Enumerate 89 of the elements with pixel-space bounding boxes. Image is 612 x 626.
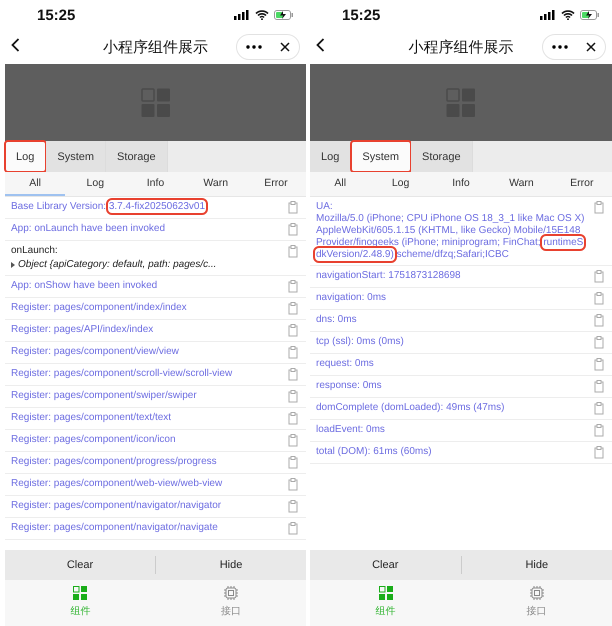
action-button[interactable]: Hide	[156, 550, 306, 580]
back-icon[interactable]	[11, 38, 20, 52]
clipboard-icon[interactable]	[288, 500, 298, 513]
action-button[interactable]: Hide	[462, 550, 612, 580]
clipboard-icon[interactable]	[288, 245, 298, 258]
more-icon[interactable]	[552, 45, 568, 49]
filter-tab[interactable]: Info	[430, 172, 492, 196]
clipboard-icon[interactable]	[594, 380, 604, 393]
log-entry: Register: pages/component/web-view/web-view	[11, 478, 224, 490]
clipboard-icon[interactable]	[594, 336, 604, 349]
clipboard-icon[interactable]	[288, 302, 298, 315]
log-entry: onLaunch: Object {apiCategory: default, path: pages/c...	[11, 245, 218, 271]
log-entry: Register: pages/component/icon/icon	[11, 434, 177, 446]
log-entry: UA: Mozilla/5.0 (iPhone; CPU iPhone OS 18_3_1 like Mac OS X) AppleWebKit/605.1.15 (KHTML, like Gecko) Mobile/15E148 Provider/finogeeks (iPhone; miniprogram; FinChat; runtimeSdkVersion/2.48.9) scheme/dfzq;Safari;ICBC	[316, 201, 588, 261]
log-entry: navigation: 0ms	[316, 292, 388, 304]
action-button[interactable]: Clear	[310, 550, 460, 580]
log-entry: tcp (ssl): 0ms (0ms)	[316, 336, 405, 348]
clipboard-icon[interactable]	[288, 368, 298, 381]
clipboard-icon[interactable]	[288, 346, 298, 359]
clipboard-icon[interactable]	[288, 280, 298, 293]
close-icon[interactable]	[586, 42, 596, 52]
chip-icon	[530, 586, 544, 600]
clipboard-icon[interactable]	[288, 478, 298, 491]
wifi-icon	[255, 10, 269, 20]
filter-tab[interactable]: Warn	[186, 172, 246, 196]
battery-icon	[274, 10, 294, 20]
filter-tab[interactable]: Error	[552, 172, 612, 196]
close-icon[interactable]	[280, 42, 290, 52]
log-entry: Register: pages/component/navigator/navigator	[11, 500, 222, 512]
tab[interactable]: Log	[310, 141, 352, 172]
filter-tab[interactable]: Log	[370, 172, 431, 196]
log-entry: domComplete (domLoaded): 49ms (47ms)	[316, 402, 506, 414]
tab[interactable]: System	[46, 141, 106, 172]
clipboard-icon[interactable]	[594, 402, 604, 415]
clipboard-icon[interactable]	[594, 270, 604, 283]
clipboard-icon[interactable]	[288, 434, 298, 447]
log-entry: Register: pages/component/swiper/swiper	[11, 390, 198, 402]
log-entry: request: 0ms	[316, 358, 375, 370]
clipboard-icon[interactable]	[594, 314, 604, 327]
log-entry: Register: pages/component/view/view	[11, 346, 180, 358]
clipboard-icon[interactable]	[594, 424, 604, 437]
log-entry: App: onShow have been invoked	[11, 280, 158, 292]
chip-icon	[224, 586, 238, 600]
status-time: 15:25	[342, 6, 380, 24]
filter-tab[interactable]: Info	[125, 172, 186, 196]
wifi-icon	[561, 10, 575, 20]
log-entry: total (DOM): 61ms (60ms)	[316, 446, 433, 458]
back-icon[interactable]	[316, 38, 325, 52]
clipboard-icon[interactable]	[288, 522, 298, 535]
filter-tab[interactable]: Error	[246, 172, 306, 196]
grid-icon	[378, 586, 392, 600]
log-entry: Register: pages/component/navigator/navigate	[11, 522, 219, 534]
page-title: 小程序组件展示	[408, 38, 514, 56]
clipboard-icon[interactable]	[288, 456, 298, 469]
clipboard-icon[interactable]	[594, 446, 604, 459]
clipboard-icon[interactable]	[594, 292, 604, 305]
log-entry: Register: pages/component/index/index	[11, 302, 188, 314]
filter-tab[interactable]: Log	[65, 172, 126, 196]
tab[interactable]: System	[351, 141, 412, 172]
tab[interactable]: Storage	[411, 141, 473, 172]
more-icon[interactable]	[246, 45, 262, 49]
log-entry: Register: pages/component/text/text	[11, 412, 172, 424]
log-entry: App: onLaunch have been invoked	[11, 223, 166, 235]
clipboard-icon[interactable]	[594, 201, 604, 214]
log-entry: Register: pages/API/index/index	[11, 324, 154, 336]
tab[interactable]: Log	[5, 141, 46, 172]
signal-icon	[234, 10, 250, 20]
log-entry: Base Library Version: 3.7.4-fix20250623v01	[11, 201, 282, 213]
battery-icon	[580, 10, 600, 20]
action-button[interactable]: Clear	[5, 550, 155, 580]
clipboard-icon[interactable]	[594, 358, 604, 371]
filter-tab[interactable]: All	[310, 172, 370, 196]
grid-icon	[73, 586, 88, 600]
log-entry: navigationStart: 1751873128698	[316, 270, 462, 282]
clipboard-icon[interactable]	[288, 412, 298, 425]
tab[interactable]: Storage	[106, 141, 168, 172]
clipboard-icon[interactable]	[288, 201, 298, 214]
log-entry: Register: pages/component/progress/progress	[11, 456, 218, 468]
log-entry: response: 0ms	[316, 380, 383, 392]
page-title: 小程序组件展示	[103, 38, 208, 56]
status-time: 15:25	[37, 6, 76, 24]
clipboard-icon[interactable]	[288, 324, 298, 337]
log-entry: loadEvent: 0ms	[316, 424, 386, 436]
signal-icon	[540, 10, 556, 20]
log-entry: Register: pages/component/scroll-view/scroll-view	[11, 368, 234, 380]
log-entry: dns: 0ms	[316, 314, 358, 326]
filter-tab[interactable]: Warn	[491, 172, 552, 196]
clipboard-icon[interactable]	[288, 223, 298, 236]
clipboard-icon[interactable]	[288, 390, 298, 403]
